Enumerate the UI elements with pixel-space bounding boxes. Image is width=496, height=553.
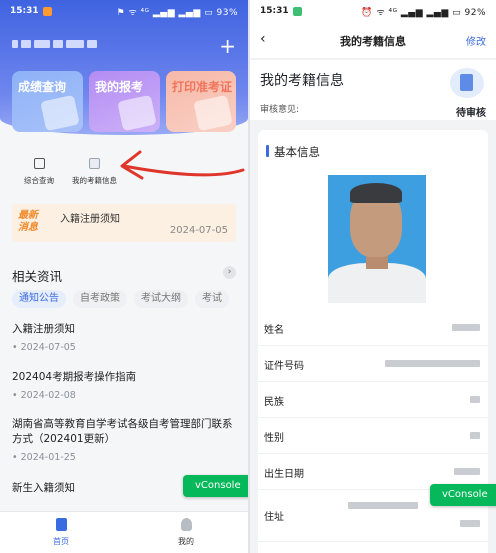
latest-news-badge: 最新 消息 bbox=[18, 210, 46, 234]
news-date: • 2024-02-08 bbox=[12, 390, 76, 401]
category-tabs: 通知公告 自考政策 考试大纲 考试 bbox=[12, 290, 229, 308]
news-item[interactable]: 202404考期报考操作指南 • 2024-02-08 bbox=[12, 370, 237, 401]
report-card-icon bbox=[40, 94, 80, 132]
app-notification-icon bbox=[292, 6, 302, 16]
redacted-value bbox=[470, 432, 480, 439]
app-notification-icon bbox=[42, 6, 52, 16]
page-title: 我的考籍信息 bbox=[340, 35, 406, 48]
tile-label: 我的报考 bbox=[95, 80, 144, 94]
status-time: 15:31 bbox=[260, 6, 289, 16]
news-item[interactable]: 湖南省高等教育自学考试各级自考管理部门联系方式（202401更新） • 2024… bbox=[12, 417, 237, 463]
field-name: 姓名 bbox=[258, 310, 488, 346]
field-label: 姓名 bbox=[264, 325, 284, 336]
notice-title: 入籍注册须知 bbox=[60, 214, 120, 225]
vconsole-button[interactable]: vConsole bbox=[430, 484, 496, 506]
home-icon bbox=[55, 518, 67, 531]
app-title-redacted bbox=[12, 40, 97, 48]
section-heading: 我的考籍信息 bbox=[260, 73, 344, 89]
latest-notice-banner[interactable]: 最新 消息 入籍注册须知 2024-07-05 bbox=[12, 204, 236, 242]
tile-label: 打印准考证 bbox=[172, 80, 233, 94]
news-date: • 2024-07-05 bbox=[12, 342, 76, 353]
field-label: 民族 bbox=[264, 397, 284, 408]
field-label: 出生日期 bbox=[264, 469, 304, 480]
redacted-value bbox=[460, 520, 480, 527]
registration-form-icon bbox=[117, 94, 157, 132]
my-registration-tile[interactable]: 我的报考 bbox=[89, 71, 160, 132]
chevron-right-icon[interactable]: › bbox=[223, 266, 236, 279]
clipboard-icon bbox=[450, 68, 484, 98]
document-icon bbox=[33, 158, 45, 169]
tile-label: 成绩查询 bbox=[18, 80, 67, 94]
navigation-bar: ‹ 我的考籍信息 修改 bbox=[250, 22, 496, 58]
notice-date: 2024-07-05 bbox=[169, 225, 228, 236]
field-label: 住址 bbox=[264, 512, 284, 523]
tab-home[interactable]: 首页 bbox=[41, 518, 81, 547]
section-accent-bar bbox=[266, 145, 269, 157]
field-ethnicity: 民族 bbox=[258, 382, 488, 418]
badge-line: 最新 bbox=[18, 210, 38, 221]
tab-announcements[interactable]: 通知公告 bbox=[12, 290, 66, 308]
redacted-value bbox=[452, 324, 480, 331]
plus-icon[interactable]: + bbox=[219, 36, 236, 56]
home-screen: 15:31 ⚑ ᯤ ⁴ᴳ ▂▄▆ ▂▄▆ ▭ 93% + 成绩查询 我的报考 打… bbox=[0, 0, 248, 553]
redacted-value bbox=[470, 396, 480, 403]
quick-link-my-enrollment-info[interactable]: 我的考籍信息 bbox=[72, 158, 117, 186]
redacted-value bbox=[348, 502, 418, 509]
user-icon bbox=[180, 518, 192, 531]
enrollment-summary: 我的考籍信息 审核意见: 待审核 bbox=[250, 60, 496, 120]
field-label: 证件号码 bbox=[264, 361, 304, 372]
news-date: • 2024-01-25 bbox=[12, 452, 76, 463]
tab-label: 首页 bbox=[53, 537, 69, 546]
bottom-tab-bar: 首页 我的 bbox=[0, 511, 248, 553]
score-query-tile[interactable]: 成绩查询 bbox=[12, 71, 83, 132]
redacted-value bbox=[454, 468, 480, 475]
status-indicators: ⏰ ᯤ ⁴ᴳ ▂▄▆ ▂▄▆ ▭ 92% bbox=[361, 7, 486, 18]
tab-policy[interactable]: 自考政策 bbox=[73, 290, 127, 308]
badge-line: 消息 bbox=[18, 222, 38, 233]
field-id-number: 证件号码 bbox=[258, 346, 488, 382]
review-status: 待审核 bbox=[456, 108, 486, 119]
status-bar: 15:31 ⚑ ᯤ ⁴ᴳ ▂▄▆ ▂▄▆ ▭ 93% bbox=[0, 0, 248, 22]
field-gender: 性别 bbox=[258, 418, 488, 454]
image-icon bbox=[89, 158, 100, 169]
enrollment-info-screen: 15:31 ⏰ ᯤ ⁴ᴳ ▂▄▆ ▂▄▆ ▭ 92% ‹ 我的考籍信息 修改 我… bbox=[250, 0, 496, 553]
quick-link-label: 我的考籍信息 bbox=[72, 176, 117, 185]
id-photo-pixelated bbox=[328, 175, 426, 303]
annotation-arrow bbox=[120, 150, 245, 180]
tab-mine[interactable]: 我的 bbox=[166, 518, 206, 547]
news-title: 湖南省高等教育自学考试各级自考管理部门联系方式（202401更新） bbox=[12, 418, 233, 445]
redacted-value bbox=[385, 360, 480, 367]
admission-ticket-icon bbox=[193, 94, 233, 132]
news-title: 202404考期报考操作指南 bbox=[12, 371, 137, 383]
field-label: 性别 bbox=[264, 433, 284, 444]
quick-link-comprehensive-query[interactable]: 综合查询 bbox=[24, 158, 54, 186]
print-admission-ticket-tile[interactable]: 打印准考证 bbox=[166, 71, 236, 132]
card-title: 基本信息 bbox=[274, 145, 320, 159]
status-indicators: ⚑ ᯤ ⁴ᴳ ▂▄▆ ▂▄▆ ▭ 93% bbox=[116, 7, 238, 18]
review-opinion-label: 审核意见: bbox=[260, 105, 300, 115]
news-item[interactable]: 入籍注册须知 • 2024-07-05 bbox=[12, 322, 237, 353]
status-bar: 15:31 ⏰ ᯤ ⁴ᴳ ▂▄▆ ▂▄▆ ▭ 92% bbox=[250, 0, 496, 22]
tab-syllabus[interactable]: 考试大纲 bbox=[134, 290, 188, 308]
news-title: 入籍注册须知 bbox=[12, 323, 75, 335]
section-title: 相关资讯 bbox=[12, 269, 63, 284]
tab-exam[interactable]: 考试 bbox=[195, 290, 229, 308]
quick-link-label: 综合查询 bbox=[24, 176, 54, 185]
status-time: 15:31 bbox=[10, 6, 39, 16]
vconsole-button[interactable]: vConsole bbox=[183, 475, 248, 497]
tab-label: 我的 bbox=[178, 537, 194, 546]
edit-button[interactable]: 修改 bbox=[466, 33, 486, 48]
